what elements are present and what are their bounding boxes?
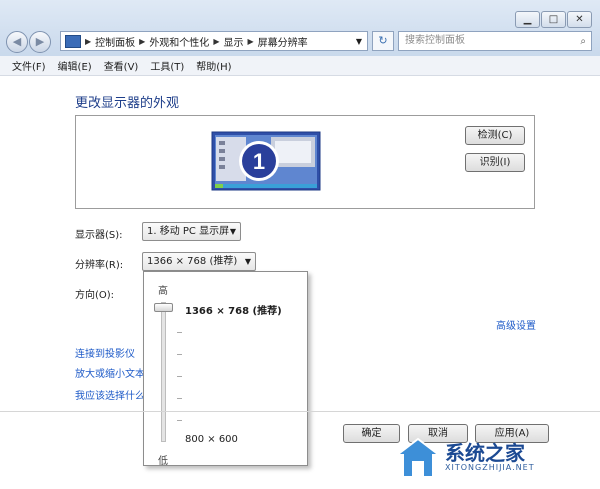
breadcrumb-item-resolution[interactable]: 屏幕分辨率 (258, 34, 308, 49)
resolution-select[interactable]: 1366 × 768 (推荐) ▼ (142, 252, 256, 271)
menu-help[interactable]: 帮助(H) (196, 58, 231, 73)
minimize-button[interactable]: ▁ (515, 11, 540, 28)
display-label: 显示器(S): (75, 230, 123, 241)
breadcrumb-separator-icon: ▶ (85, 36, 92, 46)
advanced-settings-link[interactable]: 高级设置 (496, 317, 536, 332)
connect-projector-link[interactable]: 连接到投影仪 (75, 345, 135, 360)
back-button[interactable]: ◀ (6, 31, 28, 53)
display-select-value: 1. 移动 PC 显示屏 (147, 226, 230, 237)
ok-button[interactable]: 确定 (343, 424, 400, 443)
slider-tick (177, 420, 182, 421)
maximize-button[interactable]: □ (541, 11, 566, 28)
orientation-label: 方向(O): (75, 290, 115, 301)
text-size-link[interactable]: 放大或缩小文本 (75, 365, 145, 380)
breadcrumb-separator-icon: ▶ (247, 36, 254, 46)
close-button[interactable]: ✕ (567, 11, 592, 28)
chevron-down-icon: ▼ (229, 227, 236, 236)
refresh-icon: ↻ (378, 34, 388, 47)
resolution-slider-track[interactable] (161, 302, 166, 442)
slider-tick (177, 376, 182, 377)
breadcrumb-separator-icon: ▶ (213, 36, 220, 46)
address-dropdown-icon[interactable]: ▼ (356, 37, 362, 46)
slider-low-label: 低 (158, 456, 168, 467)
menu-bar: 文件(F) 编辑(E) 查看(V) 工具(T) 帮助(H) (0, 56, 600, 76)
slider-tick (177, 354, 182, 355)
menu-edit[interactable]: 编辑(E) (58, 58, 92, 73)
slider-tick (177, 332, 182, 333)
watermark-logo: 系统之家 XITONGZHIJIA.NET (393, 433, 598, 483)
search-placeholder: 搜索控制面板 (405, 35, 465, 46)
resolution-slider-popup: 高 1366 × 768 (推荐) 800 × 600 低 (143, 271, 308, 467)
control-panel-icon (65, 34, 81, 48)
slider-bottom-value[interactable]: 800 × 600 (185, 434, 238, 445)
display-preview-panel: 1 检测(C) 识别(I) (75, 115, 535, 209)
resolution-select-value: 1366 × 768 (推荐) (147, 256, 238, 267)
breadcrumb-item-control-panel[interactable]: 控制面板 (95, 34, 135, 49)
resolution-label: 分辨率(R): (75, 260, 124, 271)
watermark-site: XITONGZHIJIA.NET (445, 463, 535, 472)
divider (0, 411, 600, 412)
page-title: 更改显示器的外观 (75, 96, 180, 111)
breadcrumb-item-appearance[interactable]: 外观和个性化 (149, 34, 209, 49)
identify-button[interactable]: 识别(I) (465, 153, 525, 172)
refresh-button[interactable]: ↻ (372, 31, 394, 51)
search-icon[interactable]: ⌕ (580, 33, 586, 51)
resolution-slider-thumb[interactable] (154, 303, 173, 312)
search-input[interactable]: 搜索控制面板 ⌕ (398, 31, 592, 51)
breadcrumb-separator-icon: ▶ (139, 36, 146, 46)
which-settings-link[interactable]: 我应该选择什么 (75, 387, 145, 402)
watermark-brand: 系统之家 (445, 441, 525, 465)
watermark-house-icon (394, 437, 442, 478)
monitor-icon[interactable] (211, 131, 321, 193)
display-select[interactable]: 1. 移动 PC 显示屏 ▼ (142, 222, 241, 241)
menu-file[interactable]: 文件(F) (12, 58, 46, 73)
menu-view[interactable]: 查看(V) (104, 58, 139, 73)
address-bar[interactable]: ▶ 控制面板 ▶ 外观和个性化 ▶ 显示 ▶ 屏幕分辨率 ▼ (60, 31, 368, 51)
detect-button[interactable]: 检测(C) (465, 126, 525, 145)
slider-tick (177, 398, 182, 399)
chevron-down-icon: ▼ (244, 257, 251, 266)
forward-button[interactable]: ▶ (29, 31, 51, 53)
slider-high-label: 高 (158, 286, 168, 297)
slider-top-value[interactable]: 1366 × 768 (推荐) (185, 302, 282, 317)
menu-tools[interactable]: 工具(T) (150, 58, 184, 73)
breadcrumb-item-display[interactable]: 显示 (223, 34, 243, 49)
